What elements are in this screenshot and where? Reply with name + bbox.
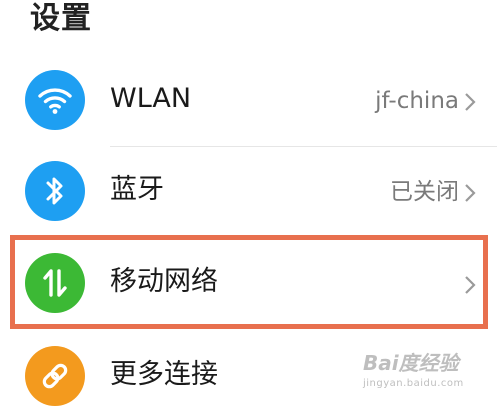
wifi-icon [25,70,85,130]
chevron-right-icon [465,184,476,202]
page-title: 设置 [30,1,92,36]
watermark-url: jingyan.baidu.com [363,378,464,389]
settings-item-label: 蓝牙 [110,174,164,205]
wlan-network-value: jf-china [375,88,459,114]
settings-item-bluetooth[interactable]: 蓝牙 已关闭 [0,145,497,235]
settings-item-label: 更多连接 [110,359,218,390]
bluetooth-icon [25,161,85,221]
highlight-box [10,235,488,329]
settings-item-label: WLAN [110,83,192,114]
link-icon [25,346,85,406]
baidu-jingyan-watermark: Bai度经验 jingyan.baidu.com [363,352,491,394]
watermark-logo: Bai度经验 [363,351,459,375]
chevron-right-icon [465,93,476,111]
bluetooth-status-value: 已关闭 [390,179,459,205]
settings-item-wlan[interactable]: WLAN jf-china [0,54,497,144]
